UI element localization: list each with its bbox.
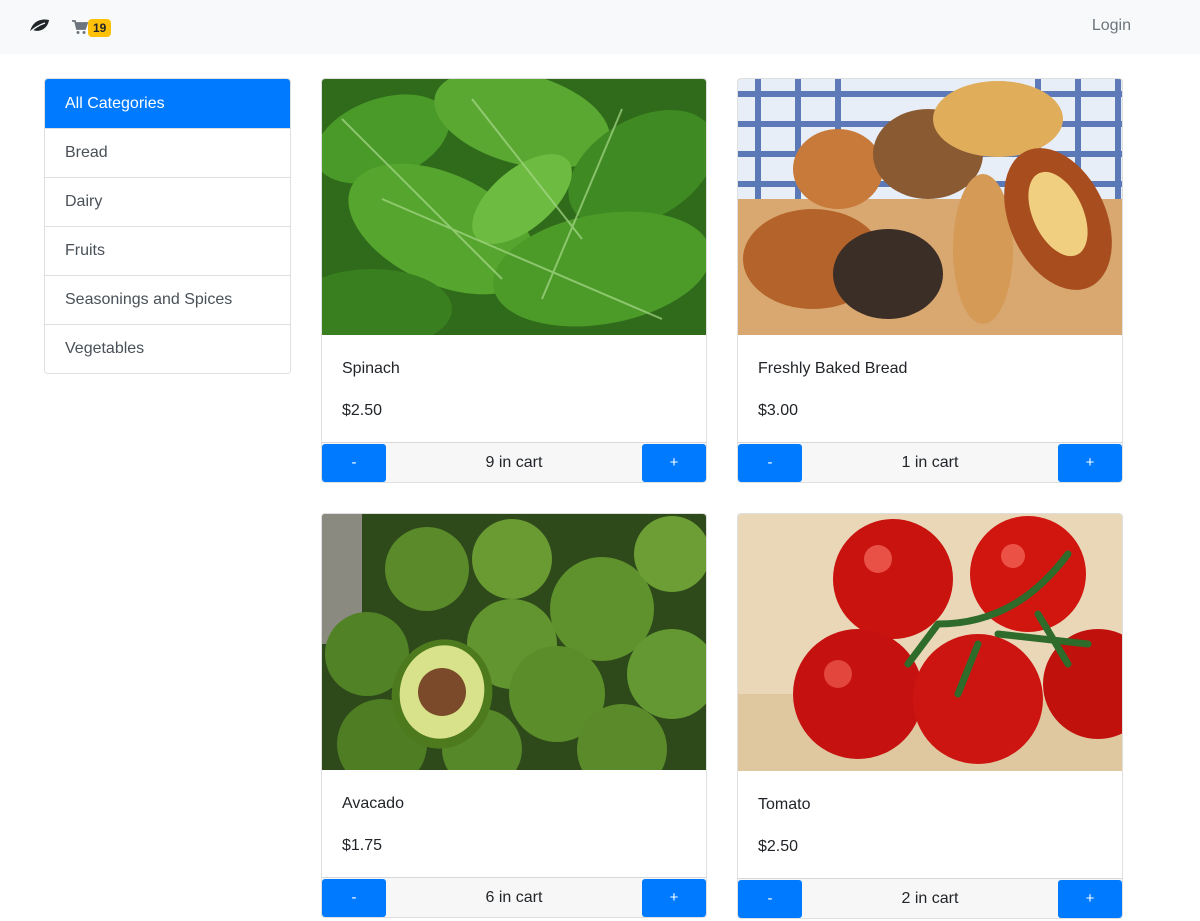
category-item-bread[interactable]: Bread	[45, 128, 290, 177]
product-name: Tomato	[758, 796, 811, 813]
decrease-quantity-button[interactable]: -	[738, 443, 802, 482]
shopping-cart-icon	[72, 19, 89, 35]
increase-quantity-button[interactable]: +	[642, 878, 706, 917]
product-card-body: Spinach $2.50	[322, 335, 706, 443]
cart-quantity: 1 in cart	[901, 453, 959, 471]
product-price: $3.00	[758, 402, 799, 419]
category-list: All Categories Bread Dairy Fruits Season…	[44, 78, 291, 374]
decrease-quantity-button[interactable]: -	[738, 879, 802, 918]
cart-button[interactable]: 19	[72, 16, 112, 38]
product-card-body: Avacado $1.75	[322, 770, 706, 878]
cart-controls: - 1 in cart +	[738, 442, 1122, 482]
decrease-quantity-button[interactable]: -	[322, 878, 386, 917]
cart-controls: - 9 in cart +	[322, 442, 706, 482]
product-card-body: Freshly Baked Bread $3.00	[738, 335, 1122, 443]
tomato-photo	[738, 514, 1122, 771]
avocado-photo	[322, 514, 706, 770]
category-item-fruits[interactable]: Fruits	[45, 226, 290, 275]
cart-quantity: 6 in cart	[485, 888, 543, 906]
product-price: $1.75	[342, 837, 383, 854]
category-item-dairy[interactable]: Dairy	[45, 177, 290, 226]
product-card: Tomato $2.50 - 2 in cart +	[737, 513, 1123, 919]
navbar: 19 Login	[0, 0, 1200, 54]
category-item-vegetables[interactable]: Vegetables	[45, 324, 290, 373]
leaf-icon[interactable]	[27, 16, 51, 36]
cart-controls: - 6 in cart +	[322, 877, 706, 917]
cart-count-badge: 19	[88, 19, 112, 37]
increase-quantity-button[interactable]: +	[642, 443, 706, 482]
product-name: Spinach	[342, 360, 400, 377]
product-card: Freshly Baked Bread $3.00 - 1 in cart +	[737, 78, 1123, 483]
product-name: Freshly Baked Bread	[758, 360, 908, 377]
product-name: Avacado	[342, 795, 404, 812]
increase-quantity-button[interactable]: +	[1058, 443, 1122, 482]
decrease-quantity-button[interactable]: -	[322, 443, 386, 482]
product-price: $2.50	[758, 838, 799, 855]
cart-controls: - 2 in cart +	[738, 878, 1122, 918]
product-price: $2.50	[342, 402, 383, 419]
increase-quantity-button[interactable]: +	[1058, 879, 1122, 918]
product-card: Avacado $1.75 - 6 in cart +	[321, 513, 707, 918]
login-link[interactable]: Login	[1092, 17, 1131, 35]
cart-quantity: 2 in cart	[901, 889, 959, 907]
category-item-seasonings-and-spices[interactable]: Seasonings and Spices	[45, 275, 290, 324]
bread-photo	[738, 79, 1122, 335]
product-card-body: Tomato $2.50	[738, 771, 1122, 879]
cart-quantity: 9 in cart	[485, 453, 543, 471]
category-item-all[interactable]: All Categories	[45, 79, 290, 128]
spinach-photo	[322, 79, 706, 335]
product-card: Spinach $2.50 - 9 in cart +	[321, 78, 707, 483]
